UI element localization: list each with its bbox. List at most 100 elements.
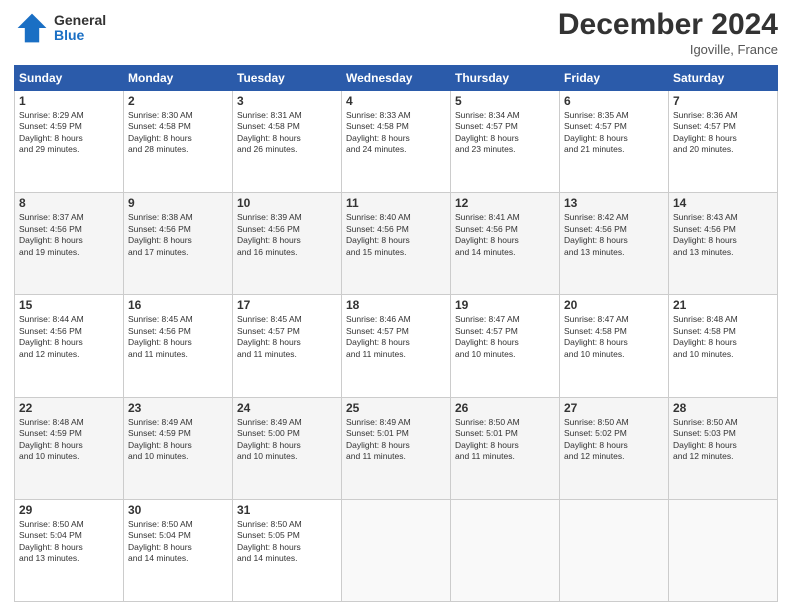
cell-text: Sunrise: 8:45 AMSunset: 4:57 PMDaylight:…	[237, 314, 337, 360]
calendar-cell: 14Sunrise: 8:43 AMSunset: 4:56 PMDayligh…	[669, 193, 778, 295]
day-number: 31	[237, 503, 337, 517]
calendar-cell: 9Sunrise: 8:38 AMSunset: 4:56 PMDaylight…	[124, 193, 233, 295]
day-number: 17	[237, 298, 337, 312]
cell-text: Sunrise: 8:50 AMSunset: 5:01 PMDaylight:…	[455, 417, 555, 463]
day-header-sunday: Sunday	[15, 66, 124, 91]
calendar-cell: 31 Sunrise: 8:50 AMSunset: 5:05 PMDayligh…	[233, 499, 342, 601]
day-number: 15	[19, 298, 119, 312]
calendar-cell: 6 Sunrise: 8:35 AMSunset: 4:57 PMDaylight…	[560, 91, 669, 193]
calendar-cell: 22 Sunrise: 8:48 AMSunset: 4:59 PMDayligh…	[15, 397, 124, 499]
cell-text: Sunrise: 8:49 AMSunset: 5:01 PMDaylight:…	[346, 417, 446, 463]
day-header-tuesday: Tuesday	[233, 66, 342, 91]
logo-icon	[14, 10, 50, 46]
week-row-5: 29 Sunrise: 8:50 AMSunset: 5:04 PMDayligh…	[15, 499, 778, 601]
calendar-cell: 10Sunrise: 8:39 AMSunset: 4:56 PMDayligh…	[233, 193, 342, 295]
cell-text: Sunrise: 8:49 AMSunset: 5:00 PMDaylight:…	[237, 417, 337, 463]
calendar-cell: 12 Sunrise: 8:41 AMSunset: 4:56 PMDayligh…	[451, 193, 560, 295]
calendar-cell: 5 Sunrise: 8:34 AMSunset: 4:57 PMDaylight…	[451, 91, 560, 193]
day-number: 8	[19, 196, 119, 210]
calendar-cell: 29 Sunrise: 8:50 AMSunset: 5:04 PMDayligh…	[15, 499, 124, 601]
page: General Blue December 2024 Igoville, Fra…	[0, 0, 792, 612]
cell-text: Sunrise: 8:47 AMSunset: 4:57 PMDaylight:…	[455, 314, 555, 360]
cell-text: Sunrise: 8:46 AMSunset: 4:57 PMDaylight:…	[346, 314, 446, 360]
day-number: 12	[455, 196, 555, 210]
month-title: December 2024	[558, 10, 778, 40]
calendar-cell: 23Sunrise: 8:49 AMSunset: 4:59 PMDayligh…	[124, 397, 233, 499]
cell-text: Sunrise: 8:35 AMSunset: 4:57 PMDaylight:…	[564, 110, 664, 156]
calendar-cell	[560, 499, 669, 601]
calendar-cell: 27Sunrise: 8:50 AMSunset: 5:02 PMDayligh…	[560, 397, 669, 499]
cell-text: Sunrise: 8:40 AMSunset: 4:56 PMDaylight:…	[346, 212, 446, 258]
day-number: 19	[455, 298, 555, 312]
calendar-cell: 13Sunrise: 8:42 AMSunset: 4:56 PMDayligh…	[560, 193, 669, 295]
cell-text: Sunrise: 8:42 AMSunset: 4:56 PMDaylight:…	[564, 212, 664, 258]
day-number: 3	[237, 94, 337, 108]
day-header-friday: Friday	[560, 66, 669, 91]
calendar-cell: 2Sunrise: 8:30 AMSunset: 4:58 PMDaylight…	[124, 91, 233, 193]
day-number: 5	[455, 94, 555, 108]
cell-text: Sunrise: 8:37 AMSunset: 4:56 PMDaylight:…	[19, 212, 119, 258]
cell-text: Sunrise: 8:48 AMSunset: 4:58 PMDaylight:…	[673, 314, 773, 360]
cell-text: Sunrise: 8:50 AMSunset: 5:05 PMDaylight:…	[237, 519, 337, 565]
day-number: 30	[128, 503, 228, 517]
day-number: 11	[346, 196, 446, 210]
calendar-cell	[451, 499, 560, 601]
calendar-cell: 30 Sunrise: 8:50 AMSunset: 5:04 PMDayligh…	[124, 499, 233, 601]
logo-words: General Blue	[54, 13, 106, 44]
cell-text: Sunrise: 8:50 AMSunset: 5:03 PMDaylight:…	[673, 417, 773, 463]
week-row-1: 1 Sunrise: 8:29 AMSunset: 4:59 PMDaylight…	[15, 91, 778, 193]
calendar-cell: 15 Sunrise: 8:44 AMSunset: 4:56 PMDayligh…	[15, 295, 124, 397]
header-row: SundayMondayTuesdayWednesdayThursdayFrid…	[15, 66, 778, 91]
day-number: 28	[673, 401, 773, 415]
calendar-cell: 18Sunrise: 8:46 AMSunset: 4:57 PMDayligh…	[342, 295, 451, 397]
day-number: 4	[346, 94, 446, 108]
calendar-cell: 24Sunrise: 8:49 AMSunset: 5:00 PMDayligh…	[233, 397, 342, 499]
header-right: December 2024 Igoville, France	[558, 10, 778, 57]
cell-text: Sunrise: 8:48 AMSunset: 4:59 PMDaylight:…	[19, 417, 119, 463]
calendar-cell: 26 Sunrise: 8:50 AMSunset: 5:01 PMDayligh…	[451, 397, 560, 499]
calendar-table: SundayMondayTuesdayWednesdayThursdayFrid…	[14, 65, 778, 602]
calendar-cell: 20 Sunrise: 8:47 AMSunset: 4:58 PMDayligh…	[560, 295, 669, 397]
day-number: 22	[19, 401, 119, 415]
cell-text: Sunrise: 8:50 AMSunset: 5:04 PMDaylight:…	[128, 519, 228, 565]
cell-text: Sunrise: 8:50 AMSunset: 5:02 PMDaylight:…	[564, 417, 664, 463]
day-number: 23	[128, 401, 228, 415]
day-header-wednesday: Wednesday	[342, 66, 451, 91]
calendar-cell: 1 Sunrise: 8:29 AMSunset: 4:59 PMDaylight…	[15, 91, 124, 193]
day-number: 26	[455, 401, 555, 415]
cell-text: Sunrise: 8:41 AMSunset: 4:56 PMDaylight:…	[455, 212, 555, 258]
day-number: 6	[564, 94, 664, 108]
header: General Blue December 2024 Igoville, Fra…	[14, 10, 778, 57]
cell-text: Sunrise: 8:47 AMSunset: 4:58 PMDaylight:…	[564, 314, 664, 360]
location: Igoville, France	[558, 42, 778, 57]
day-number: 29	[19, 503, 119, 517]
week-row-3: 15 Sunrise: 8:44 AMSunset: 4:56 PMDayligh…	[15, 295, 778, 397]
day-header-thursday: Thursday	[451, 66, 560, 91]
cell-text: Sunrise: 8:43 AMSunset: 4:56 PMDaylight:…	[673, 212, 773, 258]
day-header-monday: Monday	[124, 66, 233, 91]
calendar-cell: 8 Sunrise: 8:37 AMSunset: 4:56 PMDaylight…	[15, 193, 124, 295]
logo-general-text: General	[54, 13, 106, 28]
cell-text: Sunrise: 8:44 AMSunset: 4:56 PMDaylight:…	[19, 314, 119, 360]
cell-text: Sunrise: 8:39 AMSunset: 4:56 PMDaylight:…	[237, 212, 337, 258]
day-number: 7	[673, 94, 773, 108]
logo-blue-text: Blue	[54, 28, 106, 43]
cell-text: Sunrise: 8:50 AMSunset: 5:04 PMDaylight:…	[19, 519, 119, 565]
calendar-cell: 7 Sunrise: 8:36 AMSunset: 4:57 PMDaylight…	[669, 91, 778, 193]
calendar-cell	[342, 499, 451, 601]
week-row-4: 22 Sunrise: 8:48 AMSunset: 4:59 PMDayligh…	[15, 397, 778, 499]
cell-text: Sunrise: 8:36 AMSunset: 4:57 PMDaylight:…	[673, 110, 773, 156]
calendar-cell: 4Sunrise: 8:33 AMSunset: 4:58 PMDaylight…	[342, 91, 451, 193]
calendar-cell: 16Sunrise: 8:45 AMSunset: 4:56 PMDayligh…	[124, 295, 233, 397]
day-header-saturday: Saturday	[669, 66, 778, 91]
cell-text: Sunrise: 8:45 AMSunset: 4:56 PMDaylight:…	[128, 314, 228, 360]
day-number: 25	[346, 401, 446, 415]
cell-text: Sunrise: 8:38 AMSunset: 4:56 PMDaylight:…	[128, 212, 228, 258]
day-number: 20	[564, 298, 664, 312]
cell-text: Sunrise: 8:34 AMSunset: 4:57 PMDaylight:…	[455, 110, 555, 156]
calendar-cell: 11 Sunrise: 8:40 AMSunset: 4:56 PMDayligh…	[342, 193, 451, 295]
calendar-cell: 17 Sunrise: 8:45 AMSunset: 4:57 PMDayligh…	[233, 295, 342, 397]
day-number: 21	[673, 298, 773, 312]
day-number: 1	[19, 94, 119, 108]
cell-text: Sunrise: 8:29 AMSunset: 4:59 PMDaylight:…	[19, 110, 119, 156]
